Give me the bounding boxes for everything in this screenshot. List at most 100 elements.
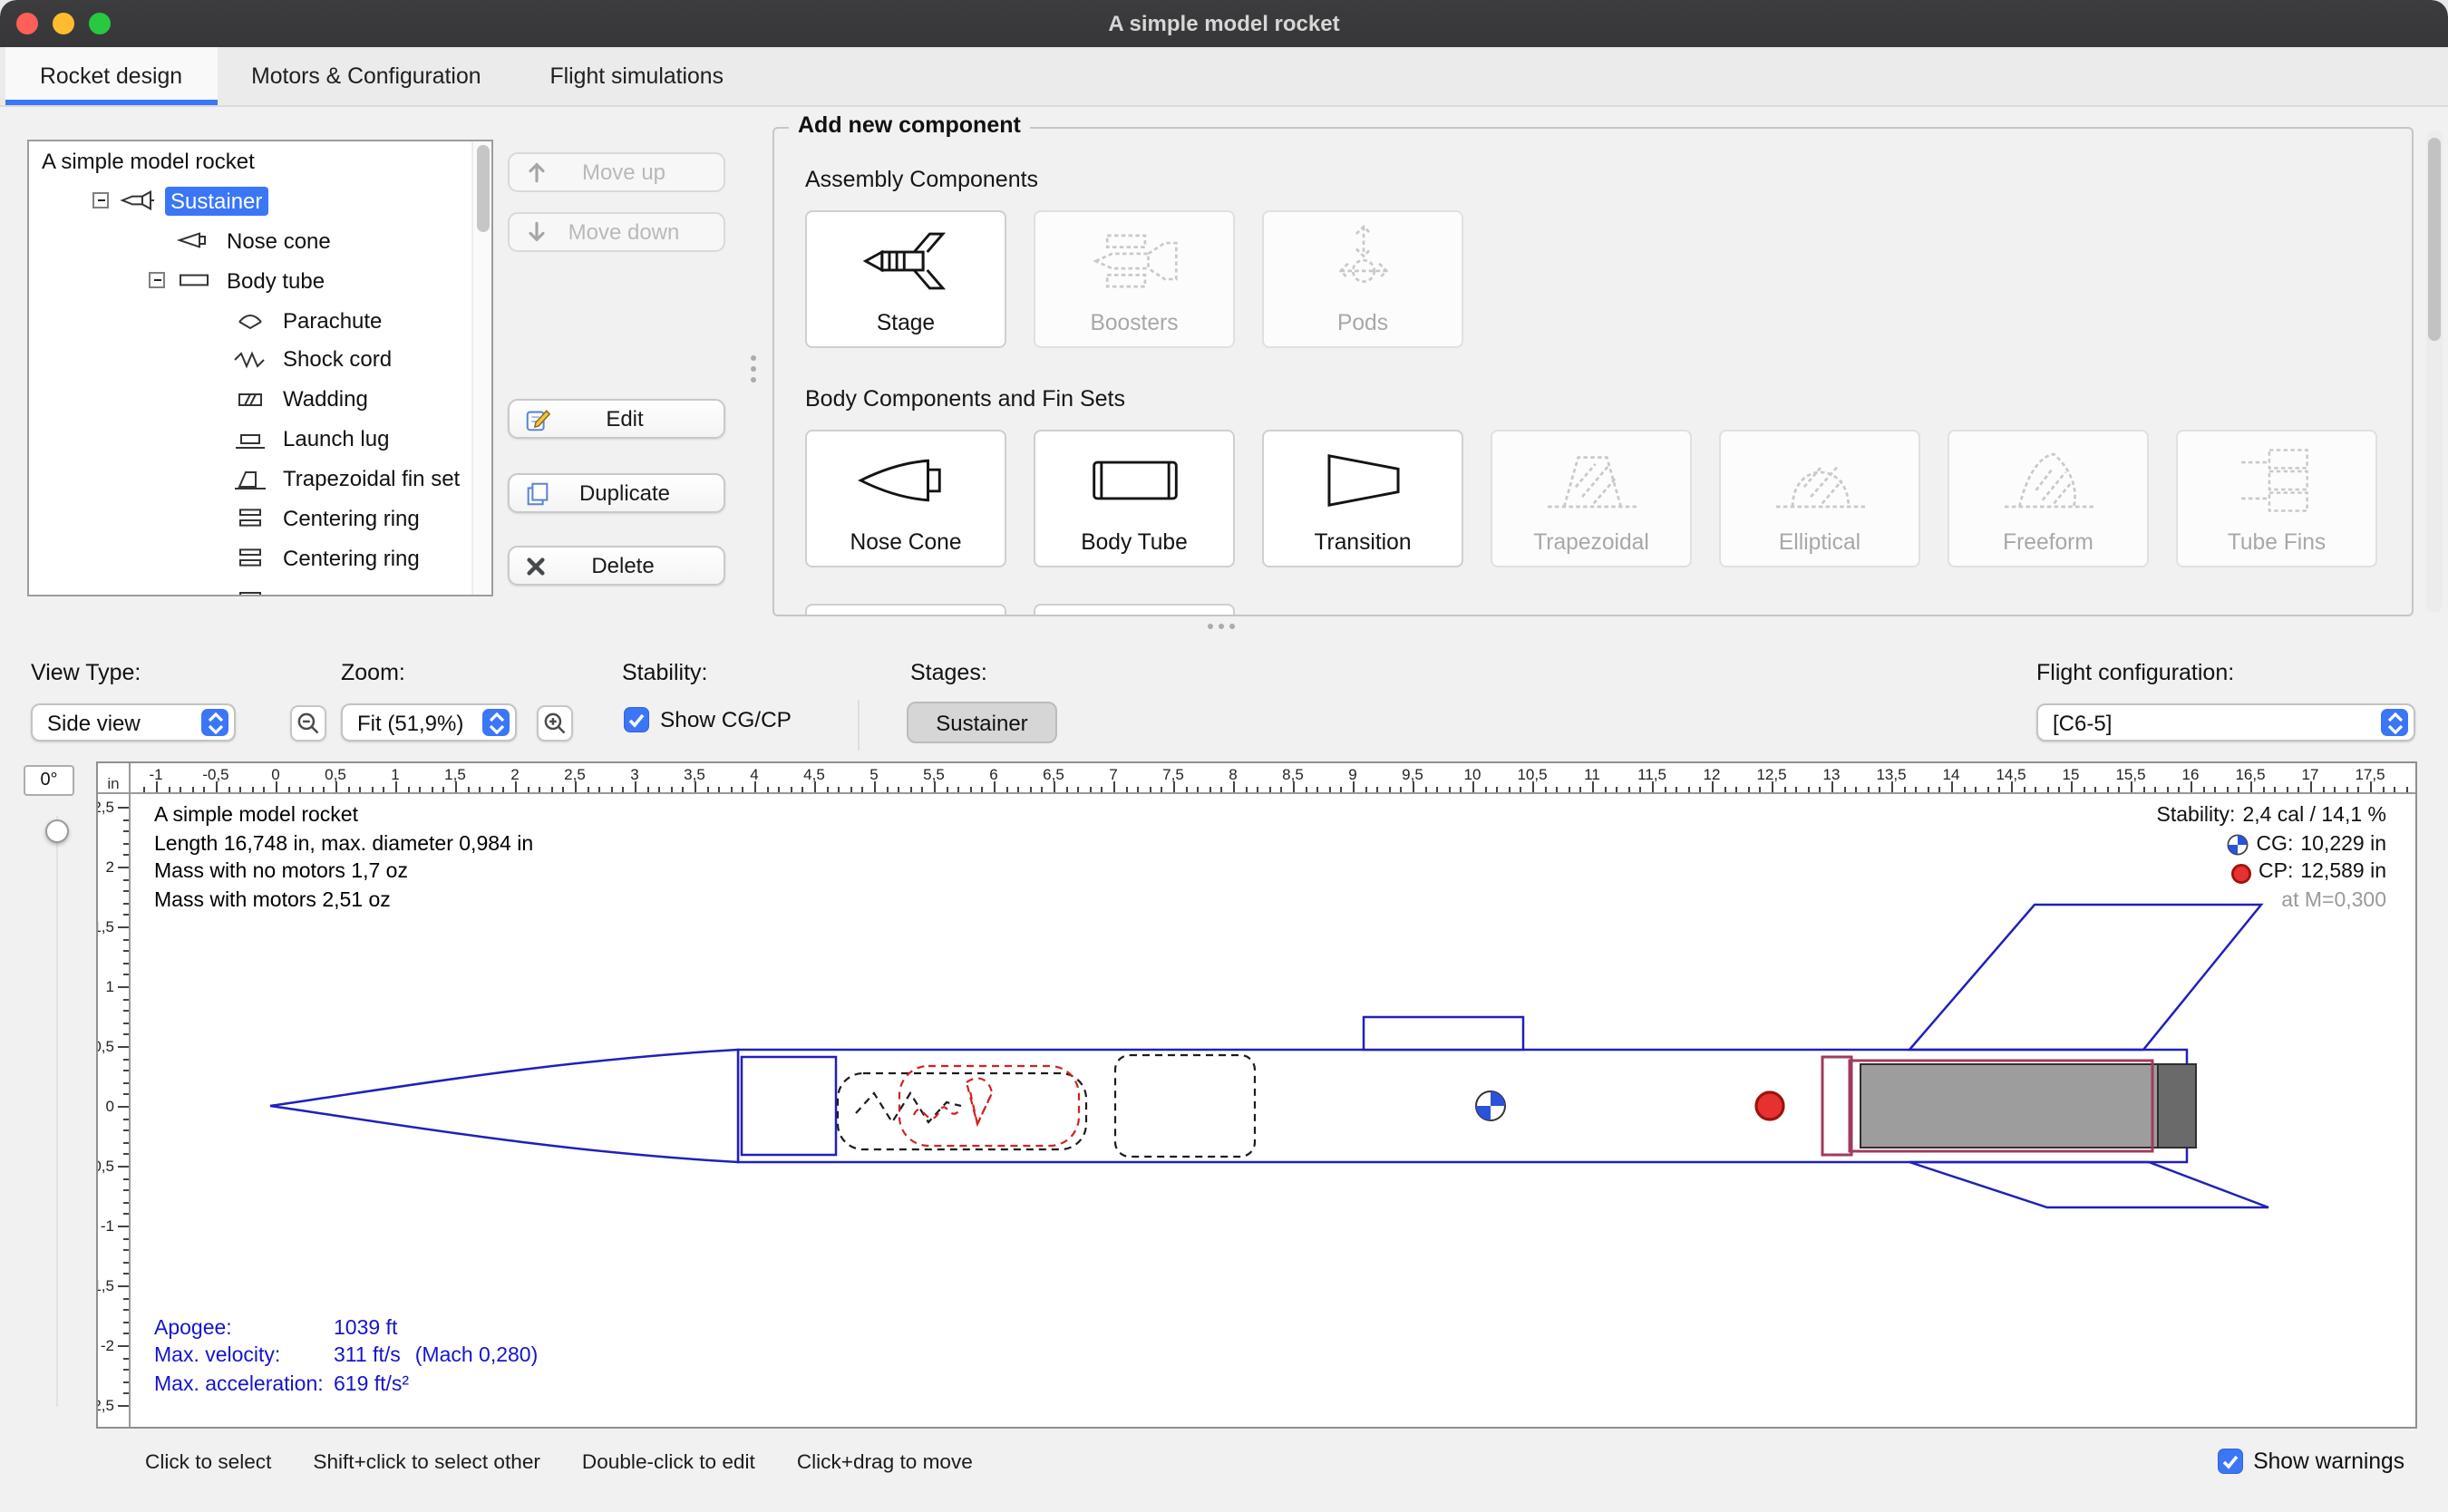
component-tree: A simple model rocket Sustainer Nose cone B… [29,141,491,596]
close-button[interactable] [16,13,38,34]
tree-item-parachute[interactable]: Parachute [29,300,491,340]
action-button-label: Duplicate [551,480,724,506]
tree-item-trapezoidal-fin-set[interactable]: Trapezoidal fin set [29,459,491,499]
group-heading-body-components-and-fin-sets: Body Components and Fin Sets [805,384,2412,415]
add-stage-button[interactable]: Stage [805,210,1006,348]
panel-scrollbar-thumb[interactable] [2428,138,2441,341]
boosters-icon [1082,212,1187,310]
component-button-partial[interactable] [1034,604,1235,615]
tree-item-centering-ring[interactable]: Centering ring [29,538,491,578]
zoom-dropdown[interactable]: Fit (51,9%) [341,703,517,741]
tree-item-label: Shock cord [277,345,397,374]
stability-value: 2,4 cal / 14,1 % [2242,803,2386,831]
tree-item-label: A simple model rocket [36,147,260,176]
tree-item-launch-lug[interactable]: Launch lug [29,419,491,459]
add-freeform-button[interactable]: Freeform [1948,430,2149,567]
fullscreen-button[interactable] [89,13,111,34]
edit-button[interactable]: Edit [508,399,725,439]
minimize-button[interactable] [53,13,74,34]
tab-motors-configuration[interactable]: Motors & Configuration [217,47,515,105]
tree-item-a-simple-model-rocket[interactable]: A simple model rocket [29,141,491,181]
apogee-value: 1039 ft [334,1316,397,1344]
component-button-label: Pods [1337,310,1388,335]
velocity-value: 311 ft/s [334,1344,401,1372]
flight-config-dropdown[interactable]: [C6-5] [2036,703,2415,741]
rocket-icon [118,189,158,213]
mach-note: at M=0,300 [2281,888,2386,916]
vertical-splitter-grip[interactable] [751,355,756,383]
action-button-label: Delete [548,553,724,578]
tree-item-nose-cone[interactable]: Nose cone [29,221,491,261]
rotation-slider-knob[interactable] [45,819,69,843]
rocket-info-line: Length 16,748 in, max. diameter 0,984 in [154,831,533,859]
innertube-icon [230,586,270,596]
zoom-in-button[interactable] [537,705,573,741]
motor-shape[interactable] [1860,1064,2196,1148]
statusbar-hint: Click+drag to move [797,1452,973,1474]
collapse-toggle-icon[interactable] [149,272,165,288]
move-up-button[interactable]: Move up [508,152,725,192]
add-trapezoidal-button[interactable]: Trapezoidal [1491,430,1692,567]
acceleration-label: Max. acceleration: [154,1372,334,1401]
horizontal-splitter-grip[interactable] [1208,624,1235,629]
stage-icon [853,212,958,310]
traffic-lights [16,13,111,34]
rotation-slider[interactable] [44,809,71,1414]
view-type-dropdown[interactable]: Side view [31,703,236,741]
show-warnings-toggle[interactable]: Show warnings [2217,1449,2404,1474]
main-tabbar: Rocket designMotors & ConfigurationFligh… [0,47,2448,107]
nose-cone-shape[interactable] [270,1050,738,1162]
zoom-out-button[interactable] [290,705,326,741]
delete-icon [524,554,548,577]
statusbar-hint: Click to select [145,1452,271,1474]
move-down-button[interactable]: Move down [508,212,725,252]
delete-button[interactable]: Delete [508,546,725,586]
tree-item-centering-ring[interactable]: Centering ring [29,499,491,538]
tree-item-shock-cord[interactable]: Shock cord [29,340,491,380]
add-boosters-button[interactable]: Boosters [1034,210,1235,348]
tab-rocket-design[interactable]: Rocket design [5,47,217,105]
rocket-canvas[interactable]: in -1-0,500,511,522,533,544,555,566,577,… [96,761,2417,1429]
action-button-label: Edit [551,406,724,431]
show-cgcp-checkbox[interactable] [624,707,649,732]
tree-scrollbar-thumb[interactable] [477,145,490,232]
launch-lug-shape[interactable] [1364,1017,1523,1050]
tree-item-wadding[interactable]: Wadding [29,380,491,420]
show-warnings-checkbox[interactable] [2217,1449,2242,1474]
tree-item-sustainer[interactable]: Sustainer [29,181,491,221]
tree-scrollbar[interactable] [471,141,491,595]
tree-item-label: Wadding [277,385,374,414]
toolbar-separator [858,700,860,751]
collapse-toggle-icon[interactable] [92,193,109,209]
add-tube-fins-button[interactable]: Tube Fins [2176,430,2377,567]
tree-item-label: Launch lug [277,424,394,453]
tab-flight-simulations[interactable]: Flight simulations [516,47,758,105]
add-pods-button[interactable]: Pods [1262,210,1463,348]
cg-label: CG: [2256,831,2293,859]
upper-fin-shape[interactable] [1909,905,2261,1050]
add-elliptical-button[interactable]: Elliptical [1719,430,1920,567]
add-body-tube-button[interactable]: Body Tube [1034,430,1235,567]
rotation-angle-display: 0° [24,765,74,796]
view-type-label: View Type: [31,660,141,685]
tree-item-label: Nose cone [221,226,336,255]
cp-marker-icon [1756,1092,1783,1119]
window-titlebar: A simple model rocket [0,0,2448,47]
add-nose-cone-button[interactable]: Nose Cone [805,430,1006,567]
stepper-icon [482,709,510,736]
component-button-partial[interactable] [805,604,1006,615]
duplicate-button[interactable]: Duplicate [508,473,725,513]
stage-toggle-sustainer[interactable]: Sustainer [907,702,1057,743]
panel-scrollbar[interactable] [2426,131,2443,613]
show-cgcp-toggle[interactable]: Show CG/CP [624,707,792,732]
lower-fin-shape[interactable] [1909,1162,2268,1207]
rotation-angle-value: 0° [40,771,57,790]
stepper-icon [2381,709,2408,736]
add-transition-button[interactable]: Transition [1262,430,1463,567]
tree-item-item[interactable] [29,578,491,596]
component-action-buttons: Move up Move down Edit Duplicate Delete [508,140,725,611]
statusbar-hint: Double-click to edit [582,1452,755,1474]
component-button-label: Body Tube [1081,529,1188,555]
statusbar-hint: Shift+click to select other [313,1452,540,1474]
tree-item-body-tube[interactable]: Body tube [29,260,491,300]
